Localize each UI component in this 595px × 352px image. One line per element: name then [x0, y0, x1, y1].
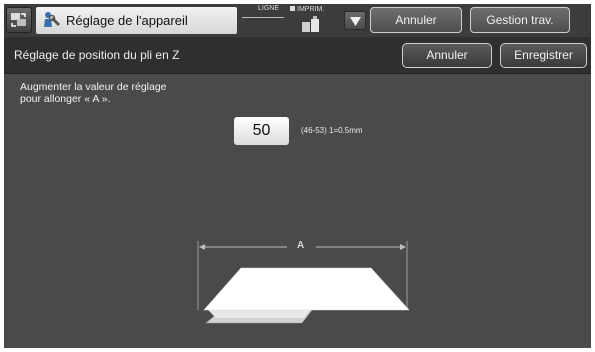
- print-status-square-icon: [290, 6, 295, 11]
- status-print-indicator: IMPRIM.: [290, 6, 324, 13]
- app-title: Réglage de l'appareil: [66, 13, 188, 28]
- status-line-indicator: LIGNE: [242, 5, 284, 18]
- job-dropdown-button[interactable]: [344, 11, 366, 30]
- dimension-label-a: A: [297, 240, 305, 251]
- triangle-down-icon: [350, 17, 361, 26]
- save-button[interactable]: Enregistrer: [500, 43, 587, 68]
- printer-icon: [302, 16, 319, 32]
- instruction-text: Augmenter la valeur de réglage pour allo…: [20, 81, 167, 105]
- home-button[interactable]: [6, 7, 32, 33]
- top-cancel-button[interactable]: Annuler: [370, 7, 462, 33]
- instruction-line-1: Augmenter la valeur de réglage: [20, 81, 167, 93]
- settings-header: Réglage de position du pli en Z Annuler …: [4, 37, 591, 74]
- adjustment-value-input[interactable]: 50: [234, 117, 289, 145]
- status-print-label: IMPRIM.: [297, 6, 325, 13]
- screen: Réglage de l'appareil LIGNE IMPRIM. Annu…: [4, 4, 591, 348]
- z-fold-paper-diagram: [197, 241, 410, 324]
- top-status-bar: Réglage de l'appareil LIGNE IMPRIM. Annu…: [4, 4, 591, 37]
- cancel-button[interactable]: Annuler: [402, 43, 492, 68]
- instruction-line-2: pour allonger « A ».: [20, 93, 111, 105]
- title-panel: Réglage de l'appareil: [36, 7, 237, 34]
- machine-adjust-icon: [44, 12, 60, 27]
- status-line-label: LIGNE: [258, 5, 280, 12]
- value-range-hint: (46-53) 1=0.5mm: [301, 126, 363, 135]
- mode-switch-icon: [11, 13, 26, 27]
- page-title: Réglage de position du pli en Z: [14, 48, 180, 62]
- job-status-button[interactable]: Gestion trav.: [470, 7, 570, 33]
